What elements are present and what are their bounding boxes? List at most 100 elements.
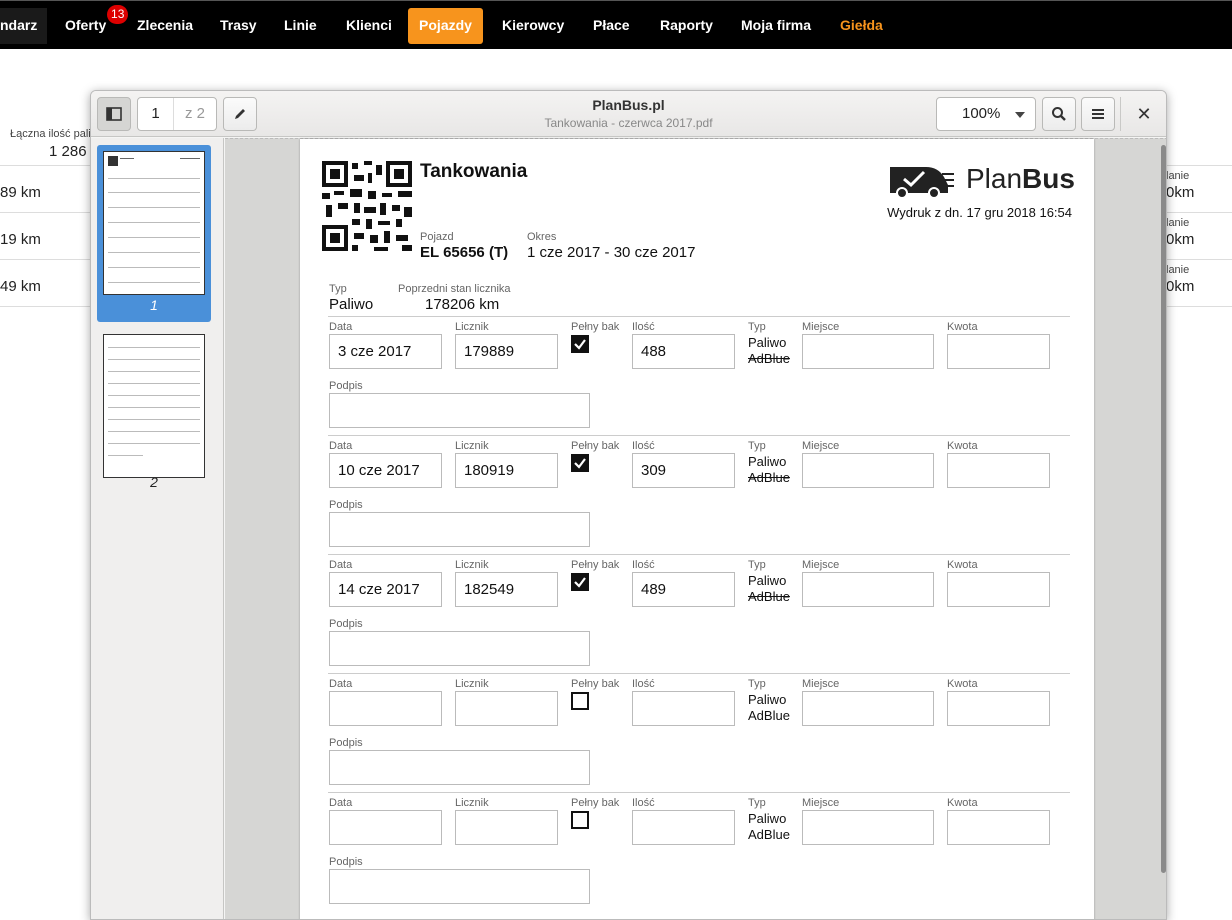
checkmark-icon bbox=[574, 339, 586, 350]
quantity-label: Ilość bbox=[632, 797, 655, 809]
date-field: 14 cze 2017 bbox=[329, 572, 442, 607]
period-value: 1 cze 2017 - 30 cze 2017 bbox=[527, 244, 696, 261]
full-tank-label: Pełny bak bbox=[571, 678, 620, 690]
date-label: Data bbox=[329, 678, 353, 690]
section-divider bbox=[328, 673, 1070, 674]
qr-code-icon bbox=[108, 156, 118, 166]
nav-item-offers[interactable]: Oferty 13 bbox=[55, 5, 129, 44]
bg-right-value: 0km bbox=[1166, 184, 1195, 201]
search-button[interactable] bbox=[1042, 97, 1076, 131]
nav-item-my-company[interactable]: Moja firma bbox=[731, 8, 821, 44]
page-thumbnail bbox=[103, 334, 205, 478]
signature-field bbox=[329, 750, 590, 785]
vertical-scrollbar[interactable] bbox=[1161, 145, 1166, 873]
nav-item-reports[interactable]: Raporty bbox=[650, 8, 723, 44]
signature-field bbox=[329, 512, 590, 547]
quantity-field: 489 bbox=[632, 572, 735, 607]
bus-logo-icon bbox=[890, 167, 954, 199]
signature-label: Podpis bbox=[329, 618, 363, 630]
meter-field: 180919 bbox=[455, 453, 558, 488]
date-label: Data bbox=[329, 559, 353, 571]
meter-field: 182549 bbox=[455, 572, 558, 607]
date-field bbox=[329, 810, 442, 845]
checkmark-icon bbox=[574, 458, 586, 469]
nav-item-payroll[interactable]: Płace bbox=[583, 8, 640, 44]
menu-button[interactable] bbox=[1081, 97, 1115, 131]
nav-item-vehicles[interactable]: Pojazdy bbox=[408, 8, 483, 44]
thumbnail-label: 1 bbox=[150, 297, 158, 313]
amount-label: Kwota bbox=[947, 321, 978, 333]
signature-field bbox=[329, 869, 590, 904]
place-label: Miejsce bbox=[802, 559, 840, 571]
nav-item-exchange[interactable]: Giełda bbox=[830, 8, 893, 44]
meter-label: Licznik bbox=[455, 559, 489, 571]
quantity-field: 488 bbox=[632, 334, 735, 369]
vehicle-label: Pojazd bbox=[420, 231, 454, 243]
close-icon: ✕ bbox=[1136, 104, 1152, 124]
previous-meter-value: 178206 km bbox=[425, 296, 500, 313]
hamburger-menu-icon bbox=[1092, 109, 1104, 119]
nav-item-drivers[interactable]: Kierowcy bbox=[492, 8, 574, 44]
quantity-field bbox=[632, 810, 735, 845]
nav-item-clients[interactable]: Klienci bbox=[336, 8, 402, 44]
signature-label: Podpis bbox=[329, 499, 363, 511]
date-field: 3 cze 2017 bbox=[329, 334, 442, 369]
amount-label: Kwota bbox=[947, 440, 978, 452]
quantity-field: 309 bbox=[632, 453, 735, 488]
bg-right-label: lanie bbox=[1166, 217, 1190, 229]
amount-field bbox=[947, 334, 1050, 369]
offers-count-badge: 13 bbox=[107, 5, 129, 24]
section-divider bbox=[328, 435, 1070, 436]
search-icon bbox=[1052, 107, 1066, 121]
fuel-type-label: Typ bbox=[748, 321, 766, 333]
thumbnail-page-2[interactable]: 2 bbox=[97, 328, 211, 498]
place-label: Miejsce bbox=[802, 678, 840, 690]
qr-code-icon bbox=[322, 161, 412, 251]
amount-field bbox=[947, 810, 1050, 845]
quantity-label: Ilość bbox=[632, 321, 655, 333]
meter-field bbox=[455, 810, 558, 845]
row-divider bbox=[1167, 259, 1232, 260]
place-label: Miejsce bbox=[802, 797, 840, 809]
section-divider bbox=[328, 316, 1070, 317]
amount-field bbox=[947, 453, 1050, 488]
place-field bbox=[802, 334, 934, 369]
full-tank-checkbox bbox=[571, 454, 589, 472]
vehicle-value: EL 65656 (T) bbox=[420, 244, 509, 261]
thumbnail-page-1[interactable]: 1 bbox=[97, 145, 211, 322]
place-label: Miejsce bbox=[802, 440, 840, 452]
close-button[interactable]: ✕ bbox=[1133, 101, 1155, 127]
zoom-select[interactable]: 100% bbox=[936, 97, 1036, 131]
date-label: Data bbox=[329, 797, 353, 809]
date-field: 10 cze 2017 bbox=[329, 453, 442, 488]
place-field bbox=[802, 691, 934, 726]
toolbar-separator bbox=[1120, 97, 1121, 131]
amount-field bbox=[947, 691, 1050, 726]
meter-label: Licznik bbox=[455, 797, 489, 809]
fuel-type-options: Paliwo AdBlue bbox=[748, 335, 790, 366]
thumbnail-sidebar: 1 2 bbox=[91, 138, 224, 919]
nav-item-calendar[interactable]: ndarz bbox=[0, 8, 48, 44]
logo-text: PlanBus bbox=[966, 163, 1075, 194]
meter-field: 179889 bbox=[455, 334, 558, 369]
full-tank-label: Pełny bak bbox=[571, 321, 620, 333]
full-tank-checkbox bbox=[571, 573, 589, 591]
document-view[interactable]: Tankowania PlanBus Wydruk z dn. 17 gru 2… bbox=[225, 138, 1166, 919]
nav-item-orders[interactable]: Zlecenia bbox=[127, 8, 203, 44]
place-label: Miejsce bbox=[802, 321, 840, 333]
row-divider bbox=[1167, 306, 1232, 307]
place-field bbox=[802, 572, 934, 607]
signature-field bbox=[329, 393, 590, 428]
page-thumbnail bbox=[103, 151, 205, 295]
signature-field bbox=[329, 631, 590, 666]
document-title: Tankowania bbox=[420, 161, 528, 182]
nav-item-routes[interactable]: Trasy bbox=[210, 8, 267, 44]
nav-item-lines[interactable]: Linie bbox=[274, 8, 327, 44]
row-divider bbox=[0, 165, 90, 166]
row-divider bbox=[0, 259, 90, 260]
section-divider bbox=[328, 792, 1070, 793]
amount-label: Kwota bbox=[947, 559, 978, 571]
place-field bbox=[802, 810, 934, 845]
fuel-type-label: Typ bbox=[748, 440, 766, 452]
row-divider bbox=[0, 306, 90, 307]
